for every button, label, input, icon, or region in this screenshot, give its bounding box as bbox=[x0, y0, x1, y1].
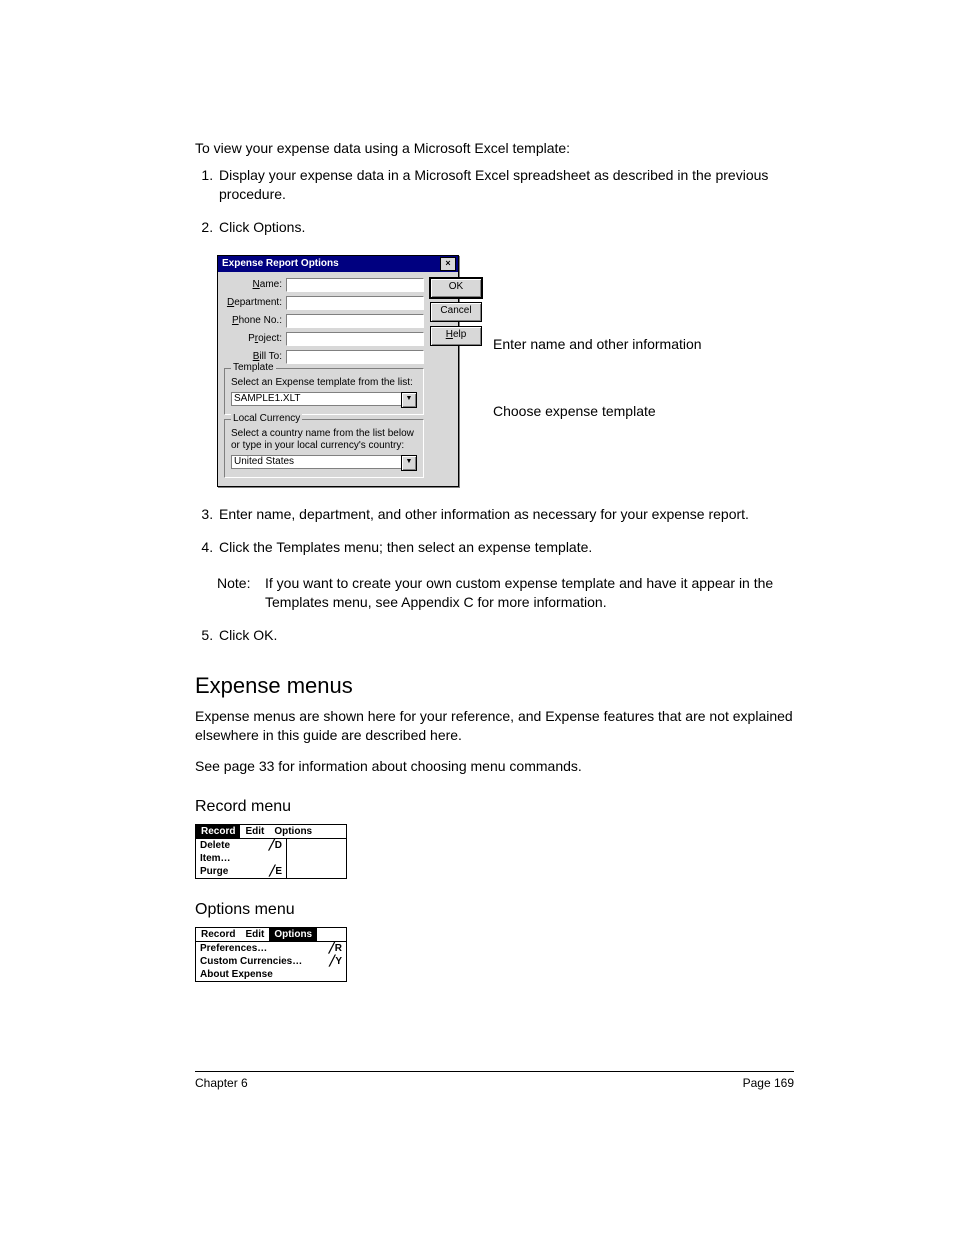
phone-label: Phone No.: bbox=[224, 315, 286, 326]
currency-combo[interactable] bbox=[231, 455, 401, 469]
section-heading: Expense menus bbox=[195, 673, 794, 699]
steps-list: Display your expense data in a Microsoft… bbox=[195, 166, 794, 237]
department-field[interactable] bbox=[286, 296, 424, 310]
record-heading: Record menu bbox=[195, 798, 794, 816]
cancel-button[interactable]: Cancel bbox=[430, 302, 482, 322]
project-field[interactable] bbox=[286, 332, 424, 346]
phone-field[interactable] bbox=[286, 314, 424, 328]
currency-group: Local Currency Select a country name fro… bbox=[224, 419, 424, 478]
record-menu-screenshot: Record Edit Options Delete Item…╱D Purge… bbox=[195, 824, 347, 879]
name-field[interactable] bbox=[286, 278, 424, 292]
currency-hint: Select a country name from the list belo… bbox=[231, 428, 417, 452]
annotation-template: Choose expense template bbox=[493, 402, 702, 421]
document-page: To view your expense data using a Micros… bbox=[0, 0, 954, 1120]
billto-label: Bill To: bbox=[224, 351, 286, 362]
menu-about-expense[interactable]: About Expense bbox=[196, 968, 346, 981]
menu-options[interactable]: Options bbox=[269, 825, 317, 838]
department-label: Department: bbox=[224, 297, 286, 308]
help-button[interactable]: Help bbox=[430, 326, 482, 346]
options-heading: Options menu bbox=[195, 901, 794, 919]
expense-options-dialog: Expense Report Options × Name: Departmen… bbox=[217, 255, 459, 487]
page-footer: Chapter 6 Page 169 bbox=[195, 1071, 794, 1090]
step-5: Click OK. bbox=[217, 626, 794, 645]
footer-page: Page 169 bbox=[743, 1076, 794, 1090]
dialog-titlebar: Expense Report Options × bbox=[218, 256, 458, 272]
menu-edit[interactable]: Edit bbox=[240, 825, 269, 838]
step-2: Click Options. bbox=[217, 218, 794, 237]
intro-heading: To view your expense data using a Micros… bbox=[195, 140, 794, 156]
steps-list-3: Click OK. bbox=[195, 626, 794, 645]
annotation-name: Enter name and other information bbox=[493, 335, 702, 354]
menu-record[interactable]: Record bbox=[196, 825, 240, 838]
steps-list-2: Enter name, department, and other inform… bbox=[195, 505, 794, 557]
menu-edit-2[interactable]: Edit bbox=[240, 928, 269, 941]
note-label: Note: bbox=[217, 574, 265, 612]
template-hint: Select an Expense template from the list… bbox=[231, 377, 417, 389]
note-text: If you want to create your own custom ex… bbox=[265, 574, 794, 612]
template-group: Template Select an Expense template from… bbox=[224, 368, 424, 415]
dialog-title: Expense Report Options bbox=[222, 258, 339, 269]
menu-preferences[interactable]: Preferences…╱R bbox=[196, 942, 346, 955]
options-menu-screenshot: Record Edit Options Preferences…╱R Custo… bbox=[195, 927, 347, 982]
menu-options-2[interactable]: Options bbox=[269, 928, 317, 941]
project-label: Project: bbox=[224, 333, 286, 344]
chevron-down-icon[interactable]: ▼ bbox=[401, 455, 417, 471]
step-3: Enter name, department, and other inform… bbox=[217, 505, 794, 524]
chevron-down-icon[interactable]: ▼ bbox=[401, 392, 417, 408]
template-legend: Template bbox=[231, 362, 276, 373]
menu-record-2[interactable]: Record bbox=[196, 928, 240, 941]
ok-button[interactable]: OK bbox=[430, 278, 482, 298]
close-icon[interactable]: × bbox=[440, 257, 456, 271]
section-p2: See page 33 for information about choosi… bbox=[195, 757, 794, 776]
menu-purge[interactable]: Purge╱E bbox=[196, 865, 286, 878]
name-label: Name: bbox=[224, 279, 286, 290]
step-4: Click the Templates menu; then select an… bbox=[217, 538, 794, 557]
dialog-figure: Expense Report Options × Name: Departmen… bbox=[217, 255, 794, 487]
billto-field[interactable] bbox=[286, 350, 424, 364]
section-p1: Expense menus are shown here for your re… bbox=[195, 707, 794, 745]
annotations: Enter name and other information Choose … bbox=[493, 255, 702, 421]
footer-chapter: Chapter 6 bbox=[195, 1076, 248, 1090]
menu-delete-item[interactable]: Delete Item…╱D bbox=[196, 839, 286, 865]
step-1: Display your expense data in a Microsoft… bbox=[217, 166, 794, 204]
template-combo[interactable] bbox=[231, 392, 401, 406]
note: Note: If you want to create your own cus… bbox=[217, 574, 794, 612]
currency-legend: Local Currency bbox=[231, 413, 302, 424]
menu-custom-currencies[interactable]: Custom Currencies…╱Y bbox=[196, 955, 346, 968]
